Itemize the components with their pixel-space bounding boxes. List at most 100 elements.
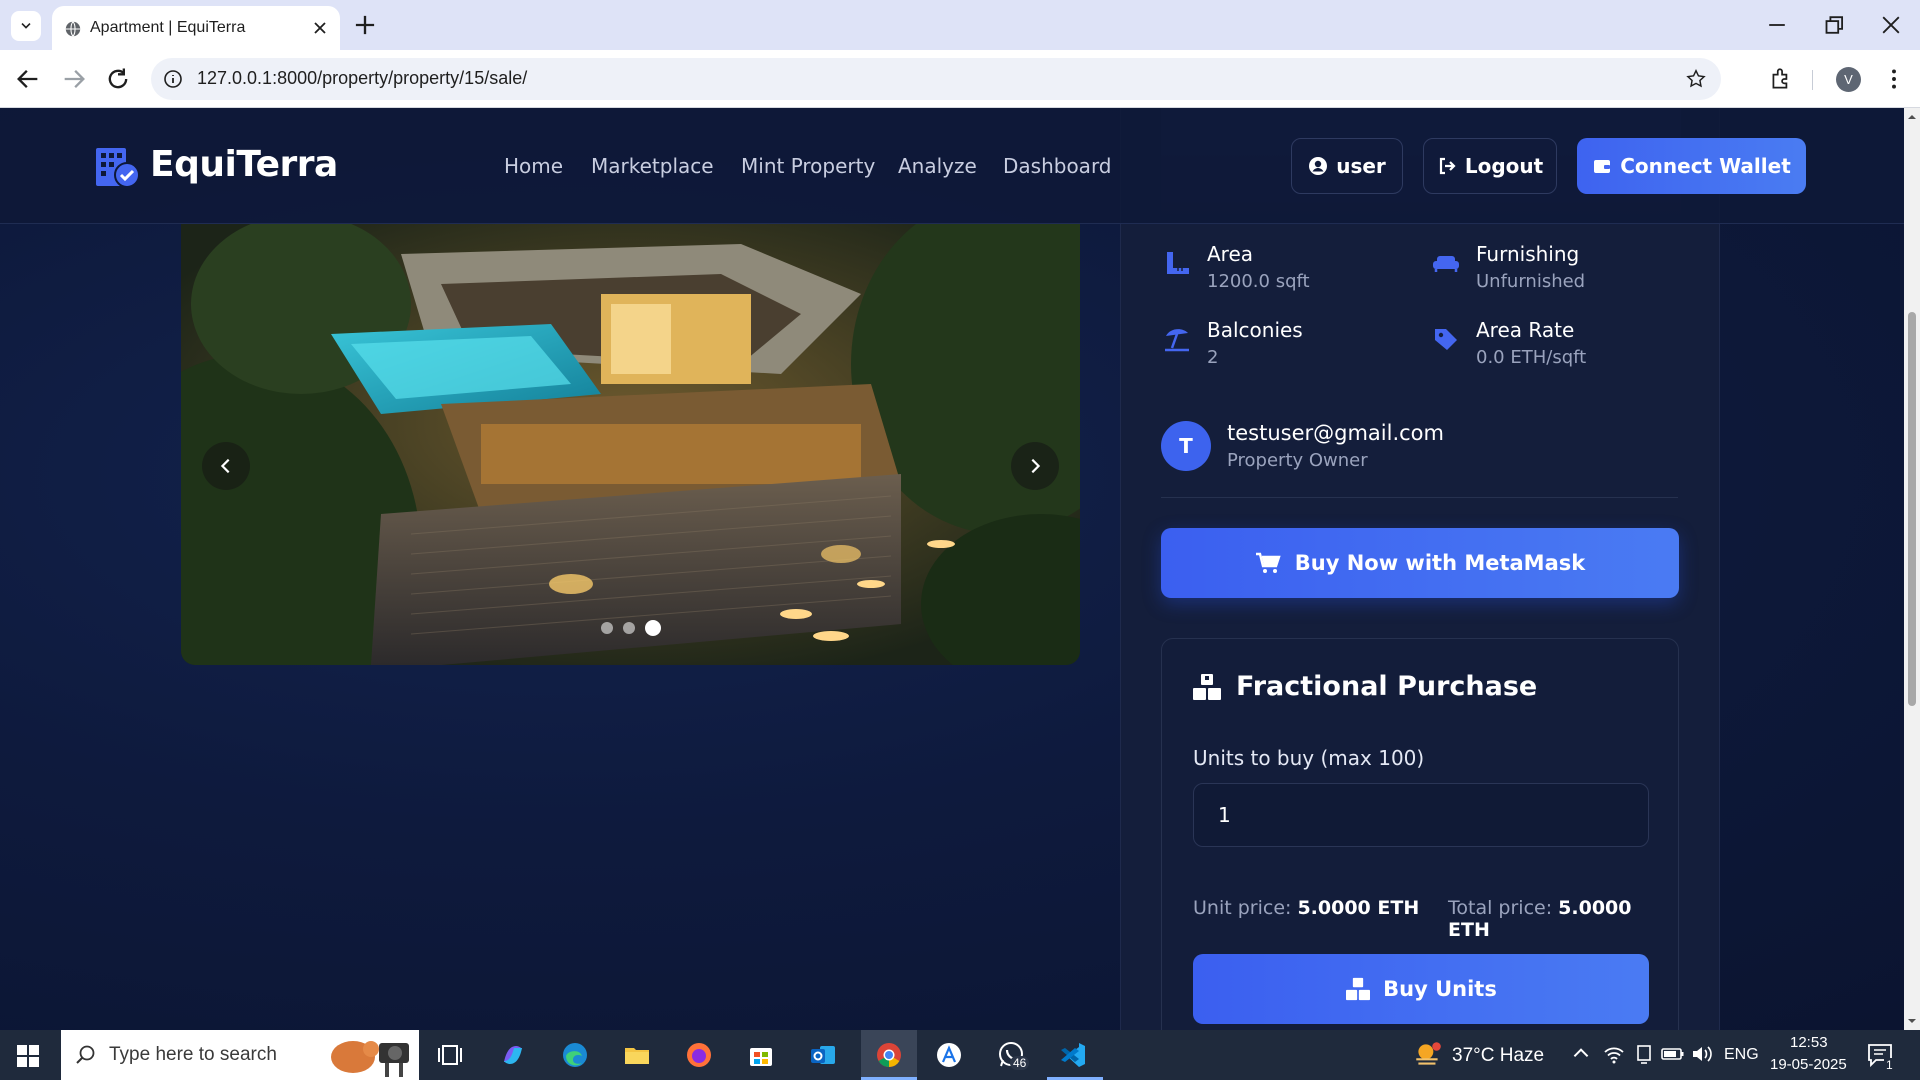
taskbar-search-box[interactable]: Type here to search: [61, 1030, 419, 1080]
scroll-down-icon[interactable]: [1907, 1016, 1917, 1026]
firefox-icon[interactable]: [684, 1040, 714, 1070]
bookmark-star-icon[interactable]: [1685, 68, 1707, 90]
clock-time[interactable]: 12:53: [1790, 1034, 1828, 1051]
cart-icon: [1255, 552, 1281, 573]
carousel-dot-active[interactable]: [644, 620, 661, 636]
scroll-thumb[interactable]: [1908, 312, 1916, 706]
carousel-prev-button[interactable]: [202, 442, 250, 490]
extensions-icon[interactable]: [1768, 66, 1794, 92]
close-icon[interactable]: [310, 18, 330, 38]
buy-units-button[interactable]: Buy Units: [1193, 954, 1649, 1024]
nav-home[interactable]: Home: [504, 154, 563, 178]
owner-email: testuser@gmail.com: [1227, 421, 1444, 445]
page-scrollbar[interactable]: [1904, 108, 1920, 1030]
buy-units-label: Buy Units: [1383, 977, 1497, 1001]
tab-search-button[interactable]: [11, 11, 41, 41]
property-image-carousel[interactable]: [181, 224, 1080, 665]
unit-price-label: Unit price:: [1193, 897, 1292, 919]
chevron-down-icon: [21, 23, 31, 29]
browser-tab-active[interactable]: Apartment | EquiTerra: [52, 6, 340, 50]
volume-icon[interactable]: [1690, 1042, 1714, 1066]
app-a-icon[interactable]: [934, 1040, 964, 1070]
kebab-menu-icon[interactable]: [1881, 66, 1907, 92]
brand-name[interactable]: EquiTerra: [150, 144, 338, 185]
battery-icon[interactable]: [1660, 1042, 1686, 1066]
chevron-up-icon[interactable]: [1570, 1042, 1592, 1064]
nav-dashboard[interactable]: Dashboard: [1003, 154, 1112, 178]
property-owner: T testuser@gmail.com Property Owner: [1161, 413, 1681, 493]
nav-analyze[interactable]: Analyze: [898, 154, 977, 178]
feature-value: 0.0 ETH/sqft: [1476, 347, 1587, 368]
squirrel-camera-illustration: [331, 1041, 409, 1077]
feature-value: 2: [1207, 347, 1219, 368]
weather-haze-icon[interactable]: [1412, 1039, 1444, 1071]
fractional-purchase-card: Fractional Purchase Units to buy (max 10…: [1161, 638, 1679, 1030]
feature-label: Furnishing: [1476, 242, 1580, 266]
chevron-right-icon: [1031, 458, 1041, 474]
weather-text[interactable]: 37°C Haze: [1452, 1045, 1544, 1067]
device-icon[interactable]: [1632, 1042, 1656, 1066]
nav-marketplace[interactable]: Marketplace: [591, 154, 714, 178]
units-label: Units to buy (max 100): [1193, 746, 1425, 770]
site-info-icon[interactable]: [163, 69, 183, 89]
outlook-icon[interactable]: [808, 1040, 838, 1070]
feature-furnishing: Furnishing Unfurnished: [1431, 242, 1691, 302]
feature-value: 1200.0 sqft: [1207, 271, 1310, 292]
nav-mint-property[interactable]: Mint Property: [741, 154, 875, 178]
connect-wallet-label: Connect Wallet: [1620, 154, 1791, 178]
edge-icon[interactable]: [560, 1040, 590, 1070]
total-price-label: Total price:: [1448, 897, 1553, 919]
language-indicator[interactable]: ENG: [1724, 1046, 1759, 1064]
wallet-icon: [1594, 160, 1611, 173]
window-close-icon[interactable]: [1878, 12, 1904, 38]
owner-avatar: T: [1161, 421, 1211, 471]
scroll-up-icon[interactable]: [1907, 112, 1917, 122]
property-photo: [181, 224, 1080, 665]
units-input[interactable]: [1193, 783, 1649, 847]
file-explorer-icon[interactable]: [622, 1040, 652, 1070]
new-tab-icon[interactable]: [352, 12, 378, 38]
feature-label: Balconies: [1207, 318, 1303, 342]
microsoft-store-icon[interactable]: [746, 1040, 776, 1070]
restore-icon[interactable]: [1820, 12, 1846, 38]
user-button[interactable]: user: [1291, 138, 1403, 194]
feature-label: Area Rate: [1476, 318, 1575, 342]
divider: [1161, 497, 1678, 498]
tag-icon: [1435, 329, 1457, 350]
chrome-icon[interactable]: [874, 1040, 904, 1070]
logout-button[interactable]: Logout: [1423, 138, 1557, 194]
profile-avatar[interactable]: V: [1836, 67, 1861, 92]
copilot-icon[interactable]: [498, 1040, 528, 1070]
search-icon: [76, 1045, 95, 1064]
reload-icon[interactable]: [104, 65, 132, 93]
site-navbar: EquiTerra Home Marketplace Mint Property…: [0, 108, 1904, 224]
carousel-dot[interactable]: [622, 622, 635, 634]
clock-date[interactable]: 19-05-2025: [1770, 1056, 1847, 1073]
feature-area: Area 1200.0 sqft: [1162, 242, 1422, 302]
minimize-icon[interactable]: [1764, 12, 1790, 38]
feature-balconies: Balconies 2: [1162, 318, 1422, 378]
cubes-icon: [1346, 977, 1371, 1001]
carousel-next-button[interactable]: [1011, 442, 1059, 490]
windows-taskbar: Type here to search 46 37°C Haze ENG 12:…: [0, 1030, 1920, 1080]
connect-wallet-button[interactable]: Connect Wallet: [1577, 138, 1806, 194]
carousel-dot[interactable]: [600, 622, 613, 634]
forward-arrow-icon[interactable]: [60, 65, 88, 93]
building-check-logo-icon: [96, 148, 140, 188]
user-button-label: user: [1336, 154, 1386, 178]
task-view-icon[interactable]: [435, 1040, 465, 1070]
address-bar[interactable]: 127.0.0.1:8000/property/property/15/sale…: [151, 58, 1721, 100]
back-arrow-icon[interactable]: [14, 65, 42, 93]
url-text[interactable]: 127.0.0.1:8000/property/property/15/sale…: [197, 68, 527, 89]
taskbar-search-placeholder: Type here to search: [109, 1044, 277, 1065]
globe-icon: [65, 21, 81, 37]
whatsapp-badge: 46: [1010, 1056, 1030, 1070]
buy-now-metamask-button[interactable]: Buy Now with MetaMask: [1161, 528, 1679, 598]
tab-title: Apartment | EquiTerra: [90, 19, 246, 36]
ruler-icon: [1167, 252, 1189, 274]
browser-tabbar: Apartment | EquiTerra: [0, 0, 1920, 50]
network-icon[interactable]: [1602, 1042, 1626, 1066]
vscode-icon[interactable]: [1058, 1040, 1088, 1070]
user-circle-icon: [1309, 157, 1328, 175]
windows-start-icon[interactable]: [16, 1044, 40, 1068]
